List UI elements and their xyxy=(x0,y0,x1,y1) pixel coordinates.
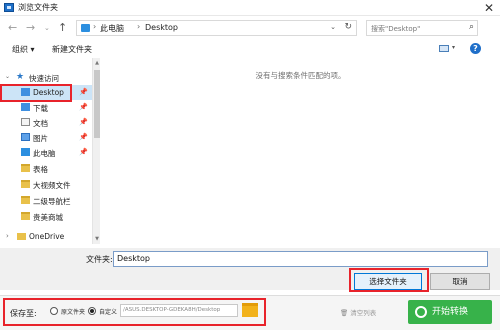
nav-label: 下载 xyxy=(33,104,48,113)
folder-browse-icon[interactable] xyxy=(242,303,258,317)
recent-locations-icon[interactable]: ⌄ xyxy=(44,21,50,35)
forward-arrow-icon[interactable]: → xyxy=(26,21,35,35)
refresh-icon[interactable]: ↻ xyxy=(344,22,352,32)
chevron-down-icon[interactable]: ▾ xyxy=(452,44,455,51)
app-icon xyxy=(4,3,14,12)
up-arrow-icon[interactable]: ↑ xyxy=(58,21,67,35)
folder-icon xyxy=(21,164,30,172)
folder-input-value: Desktop xyxy=(117,254,150,263)
search-icon[interactable]: ⌕ xyxy=(469,22,474,32)
save-to-label: 保存至: xyxy=(10,309,37,318)
new-folder-button[interactable]: 新建文件夹 xyxy=(52,44,92,55)
scroll-thumb[interactable] xyxy=(94,70,100,138)
expand-caret-icon[interactable]: › xyxy=(6,232,9,240)
file-list-pane: 没有与搜索条件匹配的项。 xyxy=(101,58,500,244)
desktop-folder-icon xyxy=(21,88,30,96)
nav-label: 二级导航栏 xyxy=(33,197,71,206)
organize-menu[interactable]: 组织 ▾ xyxy=(12,44,35,55)
computer-icon xyxy=(21,148,30,156)
nav-label: 快速访问 xyxy=(29,74,59,83)
nav-label: 大视频文件 xyxy=(33,181,71,190)
nav-label: Desktop xyxy=(33,88,64,97)
folder-input[interactable]: Desktop xyxy=(113,251,488,267)
star-icon: ★ xyxy=(16,72,25,82)
folder-icon xyxy=(21,180,30,188)
pin-icon: 📌 xyxy=(79,133,88,141)
folder-label: 文件夹: xyxy=(86,255,113,264)
expand-caret-icon[interactable]: ⌄ xyxy=(5,73,10,80)
clear-list-label: 清空列表 xyxy=(350,309,377,317)
title-bar: 浏览文件夹 ✕ xyxy=(0,0,500,16)
nav-item-downloads[interactable]: 下载 📌 xyxy=(0,100,92,115)
start-convert-label: 开始转换 xyxy=(432,307,469,317)
download-icon xyxy=(21,103,30,111)
onedrive-folder-icon xyxy=(17,233,26,240)
back-arrow-icon[interactable]: ← xyxy=(8,21,17,35)
pin-icon: 📌 xyxy=(79,148,88,156)
original-folder-label: 原文件夹 xyxy=(61,309,86,316)
folder-icon xyxy=(21,212,30,220)
cancel-button[interactable]: 取消 xyxy=(430,273,490,290)
nav-item-documents[interactable]: 文档 📌 xyxy=(0,115,92,130)
nav-item-pictures[interactable]: 图片 📌 xyxy=(0,130,92,145)
breadcrumb-separator-icon: › xyxy=(137,22,141,31)
nav-item-secondary-nav[interactable]: 二级导航栏 xyxy=(0,193,92,208)
custom-folder-label: 自定义 xyxy=(99,309,118,316)
nav-label: 贵美商城 xyxy=(33,213,63,222)
scroll-down-icon[interactable]: ▼ xyxy=(93,236,101,242)
empty-message: 没有与搜索条件匹配的项。 xyxy=(255,71,346,80)
nav-quick-access[interactable]: ⌄ ★ 快速访问 xyxy=(0,70,92,85)
scroll-up-icon[interactable]: ▲ xyxy=(93,60,101,66)
nav-item-onedrive[interactable]: › OneDrive xyxy=(0,229,92,244)
address-bar[interactable]: › 此电脑 › Desktop ⌄ ↻ xyxy=(76,20,357,36)
nav-item-tables[interactable]: 表格 xyxy=(0,161,92,176)
sync-icon xyxy=(415,306,427,318)
breadcrumb-this-pc[interactable]: 此电脑 xyxy=(100,23,124,34)
save-path-value: /ASUS.DESKTOP-GDEKA8H/Desktop xyxy=(123,307,221,313)
help-icon[interactable]: ? xyxy=(470,43,481,54)
original-folder-radio[interactable] xyxy=(50,307,58,315)
folder-row: 文件夹: Desktop xyxy=(0,248,500,270)
nav-label: 图片 xyxy=(33,134,48,143)
chevron-down-icon[interactable]: ⌄ xyxy=(330,23,336,31)
window-title: 浏览文件夹 xyxy=(18,3,58,12)
save-bar: 保存至: 原文件夹 自定义 /ASUS.DESKTOP-GDEKA8H/Desk… xyxy=(0,295,500,330)
select-folder-button[interactable]: 选择文件夹 xyxy=(354,273,422,290)
search-placeholder: 搜索"Desktop" xyxy=(371,25,421,33)
breadcrumb-desktop[interactable]: Desktop xyxy=(145,23,178,32)
search-input[interactable]: 搜索"Desktop" ⌕ xyxy=(366,20,478,36)
nav-item-desktop[interactable]: Desktop 📌 xyxy=(0,85,92,100)
toolbar: 组织 ▾ 新建文件夹 ▾ ? xyxy=(0,40,500,58)
dialog-buttons: 选择文件夹 取消 xyxy=(0,270,500,290)
nav-label: 表格 xyxy=(33,165,48,174)
trash-icon: 🗑 xyxy=(340,309,349,317)
custom-folder-radio[interactable] xyxy=(88,307,96,315)
start-convert-button[interactable]: 开始转换 xyxy=(408,300,492,324)
address-row: ← → ⌄ ↑ › 此电脑 › Desktop ⌄ ↻ 搜索"Desktop" … xyxy=(0,17,500,39)
pin-icon: 📌 xyxy=(79,118,88,126)
folder-icon xyxy=(21,196,30,204)
close-icon[interactable]: ✕ xyxy=(484,0,494,16)
view-options-icon[interactable] xyxy=(439,45,449,52)
nav-scrollbar[interactable]: ▲ ▼ xyxy=(92,58,100,244)
nav-item-guimei-mall[interactable]: 贵美商城 xyxy=(0,209,92,224)
document-icon xyxy=(21,118,30,126)
computer-icon xyxy=(81,24,90,32)
clear-list-button[interactable]: 🗑 清空列表 xyxy=(340,307,376,317)
picture-icon xyxy=(21,133,30,141)
pin-icon: 📌 xyxy=(79,88,88,96)
nav-label: OneDrive xyxy=(29,232,65,241)
nav-item-this-pc[interactable]: 此电脑 📌 xyxy=(0,145,92,160)
nav-label: 此电脑 xyxy=(33,149,56,158)
nav-item-large-videos[interactable]: 大视频文件 xyxy=(0,177,92,192)
breadcrumb-separator-icon: › xyxy=(93,22,97,31)
save-path-field[interactable]: /ASUS.DESKTOP-GDEKA8H/Desktop xyxy=(120,304,238,317)
nav-label: 文档 xyxy=(33,119,48,128)
pin-icon: 📌 xyxy=(79,103,88,111)
navigation-pane: ⌄ ★ 快速访问 Desktop 📌 下载 📌 文档 📌 图片 📌 此电脑 📌 … xyxy=(0,58,100,244)
